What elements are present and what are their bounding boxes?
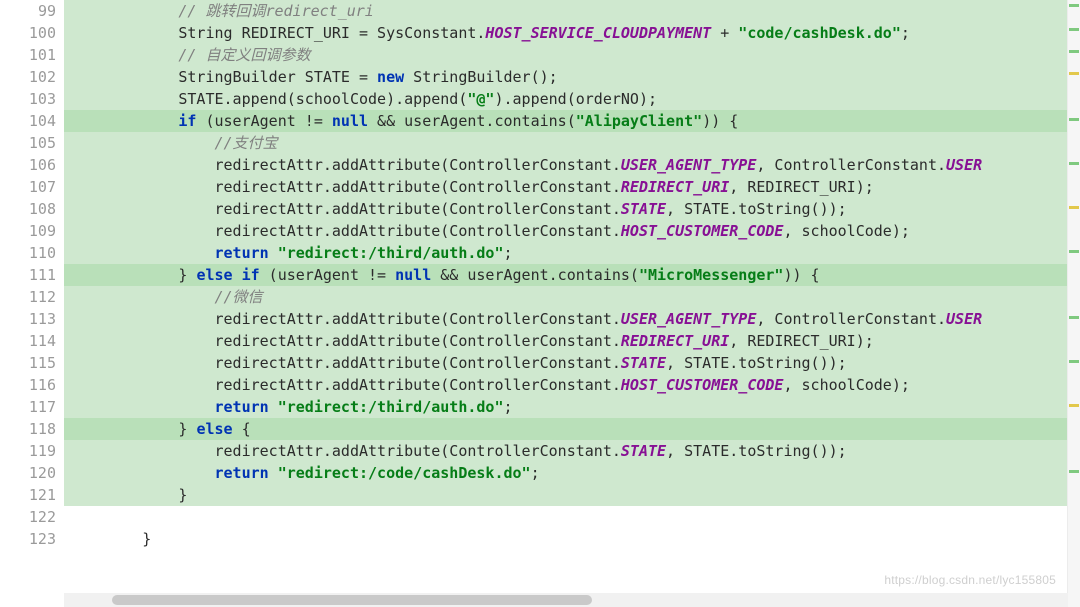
line-number: 118 — [8, 418, 56, 440]
line-number: 109 — [8, 220, 56, 242]
line-number: 113 — [8, 308, 56, 330]
line-number-gutter: 9910010110210310410510610710810911011111… — [0, 0, 64, 607]
line-number: 101 — [8, 44, 56, 66]
code-editor: 9910010110210310410510610710810911011111… — [0, 0, 1080, 607]
code-line[interactable]: StringBuilder STATE = new StringBuilder(… — [64, 66, 1080, 88]
line-number: 117 — [8, 396, 56, 418]
code-line[interactable]: redirectAttr.addAttribute(ControllerCons… — [64, 220, 1080, 242]
line-number: 120 — [8, 462, 56, 484]
line-number: 111 — [8, 264, 56, 286]
code-line[interactable]: redirectAttr.addAttribute(ControllerCons… — [64, 440, 1080, 462]
code-line[interactable]: if (userAgent != null && userAgent.conta… — [64, 110, 1080, 132]
code-line[interactable]: } else { — [64, 418, 1080, 440]
code-line[interactable]: // 自定义回调参数 — [64, 44, 1080, 66]
code-line[interactable]: } — [64, 528, 1080, 550]
line-number: 123 — [8, 528, 56, 550]
code-line[interactable]: String REDIRECT_URI = SysConstant.HOST_S… — [64, 22, 1080, 44]
code-line[interactable]: redirectAttr.addAttribute(ControllerCons… — [64, 176, 1080, 198]
marker-stripe[interactable] — [1067, 0, 1080, 607]
code-line[interactable]: redirectAttr.addAttribute(ControllerCons… — [64, 374, 1080, 396]
code-line[interactable]: //微信 — [64, 286, 1080, 308]
code-line[interactable]: } else if (userAgent != null && userAgen… — [64, 264, 1080, 286]
code-line[interactable]: } — [64, 484, 1080, 506]
code-area[interactable]: // 跳转回调redirect_uri String REDIRECT_URI … — [64, 0, 1080, 607]
line-number: 107 — [8, 176, 56, 198]
line-number: 103 — [8, 88, 56, 110]
code-line[interactable]: return "redirect:/third/auth.do"; — [64, 396, 1080, 418]
line-number: 106 — [8, 154, 56, 176]
code-line[interactable]: redirectAttr.addAttribute(ControllerCons… — [64, 154, 1080, 176]
line-number: 115 — [8, 352, 56, 374]
code-line[interactable] — [64, 506, 1080, 528]
line-number: 110 — [8, 242, 56, 264]
line-number: 116 — [8, 374, 56, 396]
line-number: 119 — [8, 440, 56, 462]
code-line[interactable]: return "redirect:/third/auth.do"; — [64, 242, 1080, 264]
line-number: 114 — [8, 330, 56, 352]
line-number: 100 — [8, 22, 56, 44]
line-number: 102 — [8, 66, 56, 88]
line-number: 108 — [8, 198, 56, 220]
code-line[interactable]: //支付宝 — [64, 132, 1080, 154]
watermark: https://blog.csdn.net/lyc155805 — [884, 569, 1056, 591]
line-number: 122 — [8, 506, 56, 528]
code-line[interactable]: return "redirect:/code/cashDesk.do"; — [64, 462, 1080, 484]
line-number: 99 — [8, 0, 56, 22]
line-number: 105 — [8, 132, 56, 154]
code-line[interactable]: // 跳转回调redirect_uri — [64, 0, 1080, 22]
code-line[interactable]: redirectAttr.addAttribute(ControllerCons… — [64, 308, 1080, 330]
code-line[interactable]: redirectAttr.addAttribute(ControllerCons… — [64, 198, 1080, 220]
line-number: 112 — [8, 286, 56, 308]
line-number: 121 — [8, 484, 56, 506]
code-line[interactable]: STATE.append(schoolCode).append("@").app… — [64, 88, 1080, 110]
code-line[interactable]: redirectAttr.addAttribute(ControllerCons… — [64, 330, 1080, 352]
horizontal-scrollbar[interactable] — [64, 593, 1068, 607]
line-number: 104 — [8, 110, 56, 132]
code-line[interactable]: redirectAttr.addAttribute(ControllerCons… — [64, 352, 1080, 374]
scrollbar-thumb[interactable] — [112, 595, 592, 605]
